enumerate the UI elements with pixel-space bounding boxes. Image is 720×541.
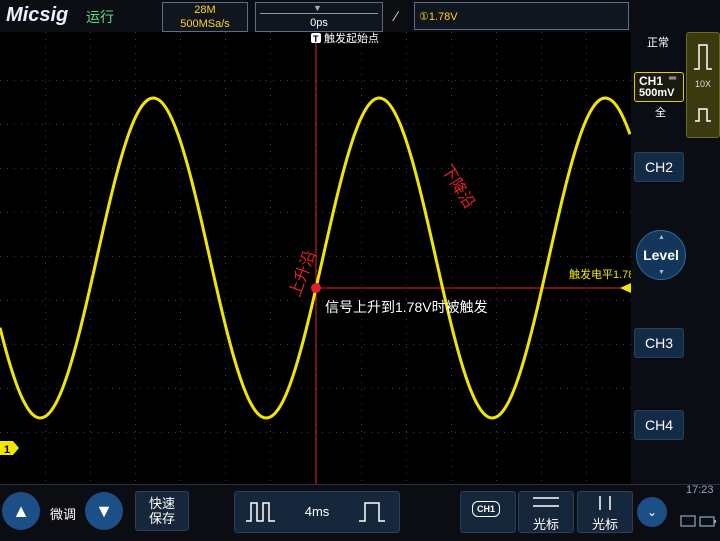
timebase-control[interactable]: 4ms: [234, 491, 400, 533]
cursor-label-1: 光标: [532, 517, 559, 532]
channel1-ground-marker-label: 1: [4, 444, 10, 456]
level-up-icon: ▲: [658, 234, 665, 241]
horizontal-position: 0ps: [310, 17, 328, 29]
timebase-increase-icon: [359, 502, 385, 522]
horizontal-cursor-icon: [533, 497, 559, 507]
position-marker-icon: ▼: [313, 3, 322, 13]
up-arrow-icon: ▲: [12, 501, 30, 521]
position-bar: [260, 13, 378, 14]
ch1-name: CH1: [639, 74, 664, 88]
probe-ratio: 10X: [694, 79, 711, 89]
brand-logo: Micsig: [6, 4, 69, 26]
bandwidth-full: 全: [655, 107, 666, 119]
ch1-select-button[interactable]: CH1: [460, 491, 516, 533]
waveform-display[interactable]: 1 T 触发起始点 信号上升到1.78V时被触发 触发电平1.78V 上升沿 下…: [0, 32, 631, 484]
clock: 17:23: [686, 484, 714, 496]
level-down-icon: ▼: [658, 269, 665, 276]
sample-rate: 500MSa/s: [180, 18, 230, 30]
probe-panel[interactable]: 10X: [686, 32, 720, 138]
trigger-mode[interactable]: 正常: [647, 34, 669, 50]
cursor-label-2: 光标: [591, 517, 618, 532]
ch1-button[interactable]: CH1 ═ 500mV: [634, 72, 684, 102]
battery-icon: [699, 516, 716, 527]
run-status[interactable]: 运行: [86, 7, 114, 27]
pulse-icon: [694, 44, 712, 70]
level-label: Level: [643, 247, 679, 263]
top-bar: Micsig 运行 28M 500MSa/s ▼ 0ps ∕ ①1.78V: [0, 0, 720, 33]
memory-depth: 28M: [194, 4, 216, 16]
screen-icon: [680, 515, 696, 527]
right-panel: 正常 CH1 ═ 500mV 全 10X CH2 ▲ Level ▼ CH3 C…: [631, 32, 720, 484]
fine-down-button[interactable]: ▼: [85, 492, 123, 530]
ch3-button[interactable]: CH3: [634, 328, 684, 358]
ch1-tag: CH1: [472, 501, 501, 517]
expand-menu-button[interactable]: ⌄: [637, 497, 667, 527]
rising-edge-icon[interactable]: ∕: [395, 8, 397, 24]
trigger-note: 信号上升到1.78V时被触发: [325, 299, 488, 315]
chevron-down-icon: ⌄: [646, 505, 658, 519]
fine-tune-label: 微调: [50, 507, 77, 522]
trigger-point: [311, 283, 321, 293]
vertical-cursor-button[interactable]: 光标: [577, 491, 633, 533]
down-arrow-icon: ▼: [95, 501, 113, 521]
trigger-start-label: 触发起始点: [324, 32, 379, 45]
trigger-start-icon-glyph: T: [313, 34, 319, 44]
fine-up-button[interactable]: ▲: [2, 492, 40, 530]
trigger-level-readout[interactable]: ①1.78V: [414, 2, 629, 30]
pulse-small-icon: [695, 108, 711, 122]
trigger-level-label: 触发电平1.78V: [569, 267, 631, 281]
ch1-scale: 500mV: [639, 87, 675, 99]
bottom-bar: ▲ 微调 ▼ 快速 保存 4ms CH1 光标 光标 ⌄: [0, 484, 720, 541]
dc-coupling-icon: ═: [669, 73, 677, 84]
horizontal-cursor-button[interactable]: 光标: [518, 491, 574, 533]
vertical-cursor-icon: [599, 496, 611, 510]
acquisition-box[interactable]: 28M 500MSa/s: [162, 2, 248, 32]
level-knob[interactable]: ▲ Level ▼: [636, 230, 686, 280]
ch2-button[interactable]: CH2: [634, 152, 684, 182]
ch4-button[interactable]: CH4: [634, 410, 684, 440]
fast-save-button[interactable]: 快速 保存: [135, 491, 189, 531]
horizontal-position-box[interactable]: ▼ 0ps: [255, 2, 383, 32]
